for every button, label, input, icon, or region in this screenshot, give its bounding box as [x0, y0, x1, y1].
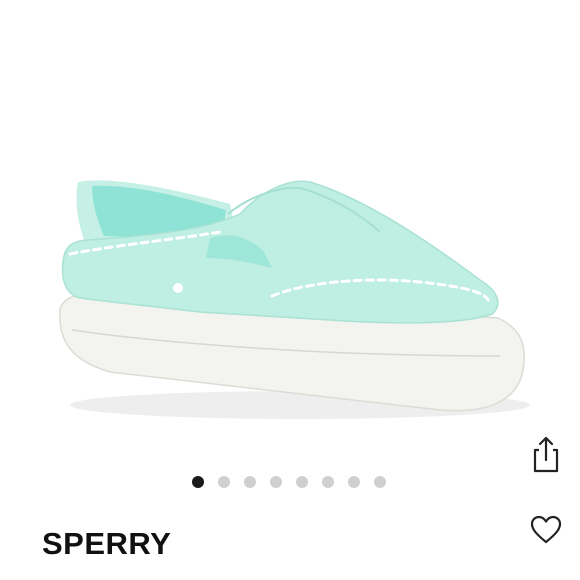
- carousel-dot[interactable]: [348, 476, 360, 488]
- product-image[interactable]: [0, 0, 580, 460]
- share-button[interactable]: [526, 432, 566, 476]
- carousel-dot[interactable]: [218, 476, 230, 488]
- carousel-dot[interactable]: [296, 476, 308, 488]
- shoe-illustration: [59, 180, 530, 419]
- share-icon: [533, 436, 559, 473]
- like-button[interactable]: [528, 512, 564, 548]
- image-carousel-indicators: [192, 476, 386, 488]
- carousel-dot[interactable]: [192, 476, 204, 488]
- carousel-dot[interactable]: [374, 476, 386, 488]
- carousel-dot[interactable]: [244, 476, 256, 488]
- brand-name[interactable]: SPERRY: [42, 528, 171, 559]
- carousel-dot[interactable]: [322, 476, 334, 488]
- logo-badge: [173, 283, 183, 293]
- heart-icon: [530, 515, 562, 544]
- carousel-dot[interactable]: [270, 476, 282, 488]
